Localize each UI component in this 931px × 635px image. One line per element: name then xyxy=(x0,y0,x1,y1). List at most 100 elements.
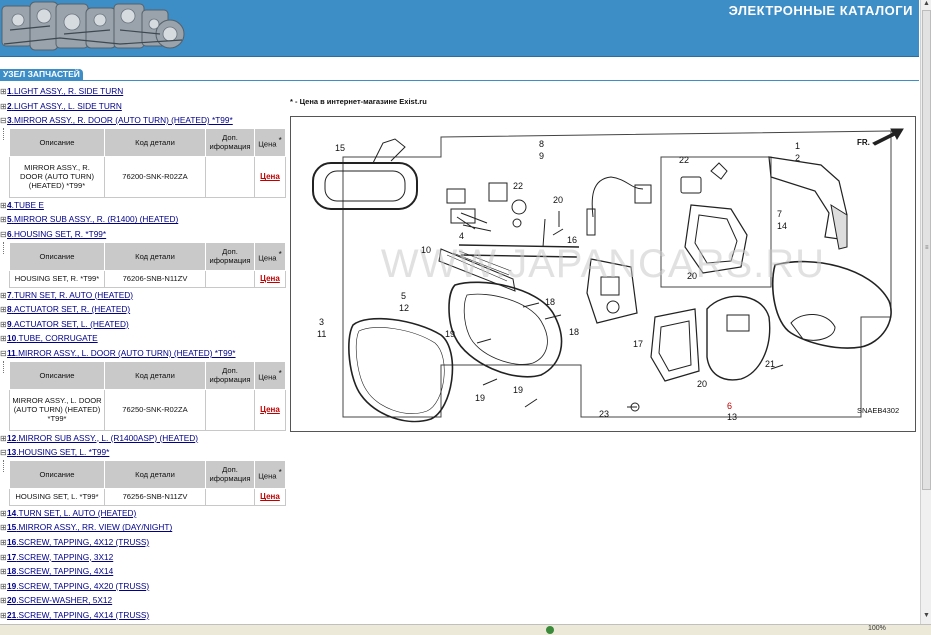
callout-20: 20 xyxy=(553,195,563,205)
zoom-level[interactable]: 100% xyxy=(868,625,886,632)
expand-icon[interactable]: ⊞ xyxy=(0,318,7,333)
tree-connector xyxy=(3,459,5,472)
expand-icon[interactable]: ⊞ xyxy=(0,85,7,100)
expand-icon[interactable]: ⊞ xyxy=(0,507,7,522)
callout-23: 23 xyxy=(599,409,609,419)
tree-connector xyxy=(3,360,5,373)
scroll-down-icon[interactable]: ▼ xyxy=(921,612,931,622)
callout-8: 8 xyxy=(539,139,544,149)
expand-icon[interactable]: ⊞ xyxy=(0,432,7,447)
part-link-15[interactable]: 15.MIRROR ASSY., RR. VIEW (DAY/NIGHT) xyxy=(7,522,172,532)
parts-diagram: WWW.JAPANCARS.RU FR. SNAEB4302 15 8 9 22… xyxy=(290,116,916,432)
price-cell: Цена xyxy=(254,155,286,198)
page-header: ЭЛЕКТРОННЫЕ КАТАЛОГИ xyxy=(0,0,919,57)
part-link-6[interactable]: 6.HOUSING SET, R. *T99* xyxy=(7,229,106,239)
callout-21: 21 xyxy=(765,359,775,369)
section-tab: УЗЕЛ ЗАПЧАСТЕЙ xyxy=(0,69,83,80)
price-note: * - Цена в интернет-магазине Exist.ru xyxy=(290,97,427,106)
part-row-19: ⊞19.SCREW, TAPPING, 4X20 (TRUSS) xyxy=(0,579,290,594)
part-row-15: ⊞15.MIRROR ASSY., RR. VIEW (DAY/NIGHT) xyxy=(0,520,290,535)
part-table-6: Описание Код детали Доп. иформация Цена … xyxy=(9,241,286,288)
collapse-icon[interactable]: ⊟ xyxy=(0,114,7,129)
callout-20c: 20 xyxy=(697,379,707,389)
part-link-1[interactable]: 1.LIGHT ASSY., R. SIDE TURN xyxy=(7,86,123,96)
part-link-16[interactable]: 16.SCREW, TAPPING, 4X12 (TRUSS) xyxy=(7,537,149,547)
expand-icon[interactable]: ⊞ xyxy=(0,551,7,566)
part-desc: MIRROR ASSY., L. DOOR (AUTO TURN) (HEATE… xyxy=(9,388,105,431)
part-info xyxy=(205,155,255,198)
part-link-14[interactable]: 14.TURN SET, L. AUTO (HEATED) xyxy=(7,508,136,518)
part-link-4[interactable]: 4.TUBE E xyxy=(7,200,44,210)
part-detail-3: Описание Код детали Доп. иформация Цена … xyxy=(0,127,290,198)
part-row-20: ⊞20.SCREW-WASHER, 5X12 xyxy=(0,593,290,608)
part-link-20[interactable]: 20.SCREW-WASHER, 5X12 xyxy=(7,595,112,605)
part-link-19[interactable]: 19.SCREW, TAPPING, 4X20 (TRUSS) xyxy=(7,581,149,591)
part-link-8[interactable]: 8.ACTUATOR SET, R. (HEATED) xyxy=(7,304,130,314)
collapse-icon[interactable]: ⊟ xyxy=(0,446,7,461)
tree-connector xyxy=(3,127,5,140)
expand-icon[interactable]: ⊞ xyxy=(0,303,7,318)
expand-icon[interactable]: ⊞ xyxy=(0,580,7,595)
part-row-12: ⊞12.MIRROR SUB ASSY., L. (R1400ASP) (HEA… xyxy=(0,431,290,446)
part-link-17[interactable]: 17.SCREW, TAPPING, 3X12 xyxy=(7,552,113,562)
col-price: Цена * xyxy=(254,360,286,390)
part-row-17: ⊞17.SCREW, TAPPING, 3X12 xyxy=(0,550,290,565)
part-link-9[interactable]: 9.ACTUATOR SET, L. (HEATED) xyxy=(7,319,129,329)
part-link-2[interactable]: 2.LIGHT ASSY., L. SIDE TURN xyxy=(7,101,122,111)
col-price: Цена * xyxy=(254,241,286,271)
price-link[interactable]: Цена xyxy=(260,274,280,283)
callout-19c: 19 xyxy=(513,385,523,395)
part-row-4: ⊞4.TUBE E xyxy=(0,198,290,213)
site-title: ЭЛЕКТРОННЫЕ КАТАЛОГИ xyxy=(728,3,913,18)
callout-15: 15 xyxy=(335,143,345,153)
collapse-icon[interactable]: ⊟ xyxy=(0,228,7,243)
part-desc: HOUSING SET, R. *T99* xyxy=(9,269,105,288)
callout-19a: 19 xyxy=(445,329,455,339)
vertical-scrollbar[interactable]: ▲ ≡ ▼ xyxy=(920,0,931,624)
part-code: 76200-SNK-R02ZA xyxy=(104,155,206,198)
expand-icon[interactable]: ⊞ xyxy=(0,289,7,304)
expand-icon[interactable]: ⊞ xyxy=(0,536,7,551)
callout-19b: 19 xyxy=(475,393,485,403)
expand-icon[interactable]: ⊞ xyxy=(0,594,7,609)
diagram-code: SNAEB4302 xyxy=(857,406,899,415)
expand-icon[interactable]: ⊞ xyxy=(0,199,7,214)
scroll-up-icon[interactable]: ▲ xyxy=(921,0,931,10)
col-code: Код детали xyxy=(104,241,206,271)
col-desc: Описание xyxy=(9,459,105,489)
globe-icon xyxy=(546,626,554,634)
part-link-21[interactable]: 21.SCREW, TAPPING, 4X14 (TRUSS) xyxy=(7,610,149,620)
price-link[interactable]: Цена xyxy=(260,405,280,414)
part-link-7[interactable]: 7.TURN SET, R. AUTO (HEATED) xyxy=(7,290,133,300)
expand-icon[interactable]: ⊞ xyxy=(0,100,7,115)
price-link[interactable]: Цена xyxy=(260,492,280,501)
price-cell: Цена xyxy=(254,269,286,288)
part-link-11[interactable]: 11.MIRROR ASSY., L. DOOR (AUTO TURN) (HE… xyxy=(7,348,236,358)
expand-icon[interactable]: ⊞ xyxy=(0,565,7,580)
part-link-13[interactable]: 13.HOUSING SET, L. *T99* xyxy=(7,447,109,457)
col-code: Код детали xyxy=(104,459,206,489)
callout-7: 7 xyxy=(777,209,782,219)
col-info: Доп. иформация xyxy=(205,459,255,489)
callout-14: 14 xyxy=(777,221,787,231)
part-link-12[interactable]: 12.MIRROR SUB ASSY., L. (R1400ASP) (HEAT… xyxy=(7,433,198,443)
expand-icon[interactable]: ⊞ xyxy=(0,332,7,347)
callout-10: 10 xyxy=(421,245,431,255)
part-link-3[interactable]: 3.MIRROR ASSY., R. DOOR (AUTO TURN) (HEA… xyxy=(7,115,233,125)
callout-16: 16 xyxy=(567,235,577,245)
part-link-10[interactable]: 10.TUBE, CORRUGATE xyxy=(7,333,98,343)
collapse-icon[interactable]: ⊟ xyxy=(0,347,7,362)
price-link[interactable]: Цена xyxy=(260,172,280,181)
part-table-11: Описание Код детали Доп. иформация Цена … xyxy=(9,360,286,431)
part-table-13: Описание Код детали Доп. иформация Цена … xyxy=(9,459,286,506)
part-link-18[interactable]: 18.SCREW, TAPPING, 4X14 xyxy=(7,566,113,576)
part-row-13: ⊟13.HOUSING SET, L. *T99* xyxy=(0,445,290,460)
parts-diagram-svg: WWW.JAPANCARS.RU FR. SNAEB4302 15 8 9 22… xyxy=(312,128,904,423)
part-desc: MIRROR ASSY., R. DOOR (AUTO TURN) (HEATE… xyxy=(9,155,105,198)
scroll-thumb[interactable]: ≡ xyxy=(922,10,931,490)
col-code: Код детали xyxy=(104,360,206,390)
expand-icon[interactable]: ⊞ xyxy=(0,521,7,536)
expand-icon[interactable]: ⊞ xyxy=(0,609,7,624)
part-link-5[interactable]: 5.MIRROR SUB ASSY., R. (R1400) (HEATED) xyxy=(7,214,178,224)
expand-icon[interactable]: ⊞ xyxy=(0,213,7,228)
